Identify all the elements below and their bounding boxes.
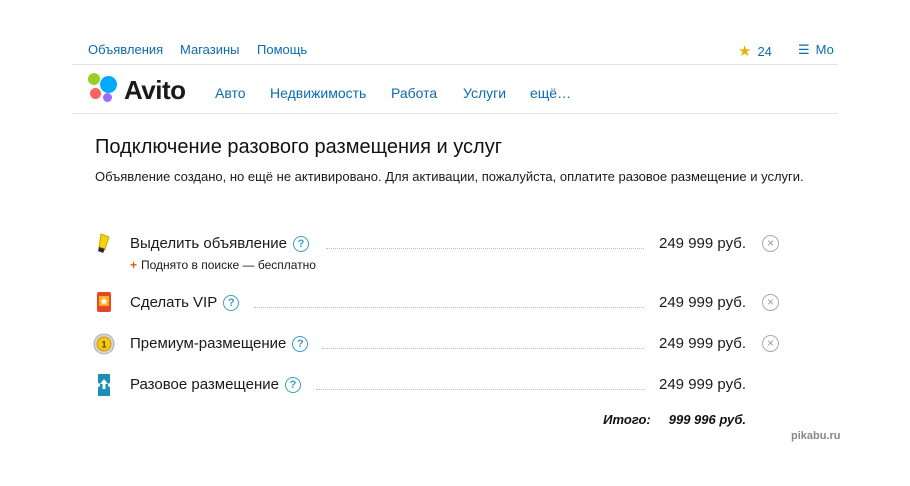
service-row-vip: Сделать VIP? 249 999 руб. × xyxy=(92,291,792,315)
nav-realty[interactable]: Недвижимость xyxy=(270,85,366,101)
help-icon[interactable]: ? xyxy=(292,336,309,352)
watermark: pikabu.ru xyxy=(791,430,841,442)
total-line: Итого: 999 996 руб. xyxy=(603,412,746,427)
plus-icon: + xyxy=(130,258,138,272)
divider xyxy=(72,113,838,114)
page-description: Объявление создано, но ещё не активирова… xyxy=(95,169,804,184)
service-label: Разовое размещение xyxy=(130,376,279,393)
favorites-link[interactable]: ★ 24 xyxy=(738,42,772,60)
page-title: Подключение разового размещения и услуг xyxy=(95,136,503,158)
help-icon[interactable]: ? xyxy=(223,295,240,311)
my-account-link[interactable]: ☰ Мо xyxy=(798,42,834,58)
nav-more[interactable]: ещё… xyxy=(530,85,571,101)
premium-coin-icon: 1 xyxy=(93,333,115,355)
favorites-count: 24 xyxy=(757,44,772,59)
logo-dot-red xyxy=(90,88,101,99)
dotted-leader xyxy=(316,389,644,390)
list-icon: ☰ xyxy=(798,42,810,57)
nav-auto[interactable]: Авто xyxy=(215,85,246,101)
service-price: 249 999 руб. xyxy=(659,376,746,393)
service-price: 249 999 руб. xyxy=(659,235,746,252)
svg-text:1: 1 xyxy=(101,340,106,350)
ticket-icon xyxy=(96,374,112,396)
top-bar: Объявления Магазины Помощь ★ 24 ☰ Мо xyxy=(88,42,838,62)
service-row-premium: 1 Премиум-размещение? 249 999 руб. × xyxy=(92,332,792,356)
logo-dot-purple xyxy=(103,93,112,102)
logo-dot-green xyxy=(88,73,100,85)
total-value: 999 996 руб. xyxy=(668,412,746,427)
avito-logo[interactable]: Avito xyxy=(88,73,198,105)
divider xyxy=(72,64,838,65)
dotted-leader xyxy=(322,348,644,349)
service-row-highlight: Выделить объявление? 249 999 руб. × xyxy=(92,232,792,256)
my-account-label: Мо xyxy=(815,42,834,57)
service-note-text: Поднято в поиске — бесплатно xyxy=(141,258,316,272)
logo-dot-blue xyxy=(100,76,117,93)
dotted-leader xyxy=(254,307,644,308)
highlighter-icon xyxy=(98,233,110,253)
top-link-ads[interactable]: Объявления xyxy=(88,42,163,57)
remove-icon[interactable]: × xyxy=(762,335,779,352)
service-label: Премиум-размещение xyxy=(130,335,287,352)
nav-services[interactable]: Услуги xyxy=(463,85,506,101)
remove-icon[interactable]: × xyxy=(762,235,779,252)
star-icon: ★ xyxy=(738,43,752,60)
logo-text: Avito xyxy=(124,75,186,105)
service-note: + Поднято в поиске — бесплатно xyxy=(130,258,316,272)
remove-icon[interactable]: × xyxy=(762,294,779,311)
top-link-help[interactable]: Помощь xyxy=(257,42,307,57)
dotted-leader xyxy=(326,248,644,249)
service-label: Сделать VIP xyxy=(130,294,218,311)
help-icon[interactable]: ? xyxy=(284,377,301,393)
nav-jobs[interactable]: Работа xyxy=(391,85,437,101)
vip-badge-icon xyxy=(97,292,111,312)
service-price: 249 999 руб. xyxy=(659,294,746,311)
top-link-shops[interactable]: Магазины xyxy=(180,42,240,57)
service-price: 249 999 руб. xyxy=(659,335,746,352)
service-label: Выделить объявление xyxy=(130,235,288,252)
total-label: Итого: xyxy=(603,412,651,427)
help-icon[interactable]: ? xyxy=(293,236,310,252)
service-row-single: Разовое размещение? 249 999 руб. xyxy=(92,373,792,397)
